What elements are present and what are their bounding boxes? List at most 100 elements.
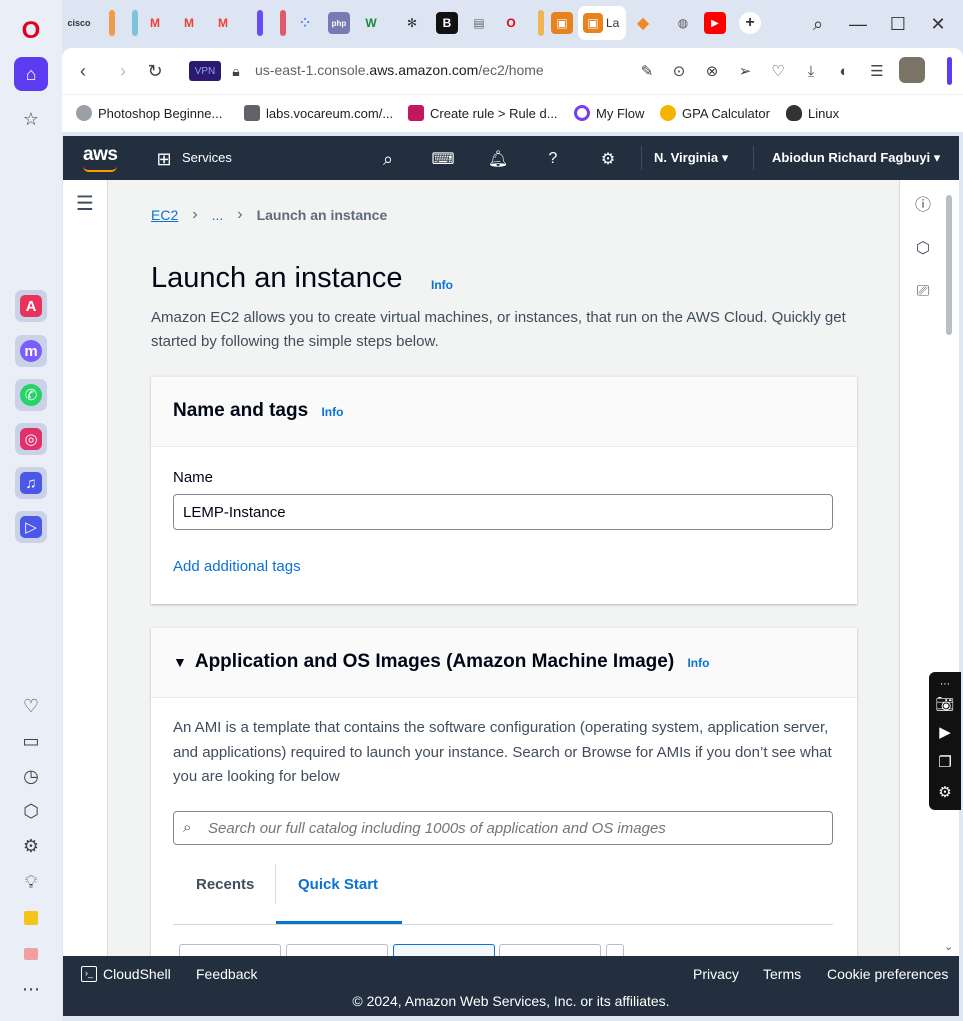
screen-icon[interactable]: ⎚ [911, 280, 935, 304]
star-icon[interactable]: ☆ [14, 102, 48, 136]
tab-quick-start[interactable]: Quick Start [298, 876, 378, 893]
home-icon[interactable]: ⌂ [14, 57, 48, 91]
php-tab-icon[interactable]: php [328, 12, 350, 34]
hamburger-menu-icon[interactable]: ☰ [73, 191, 97, 215]
tab-group-indicator[interactable] [109, 10, 115, 36]
reload-icon[interactable]: ↻ [142, 58, 168, 84]
tabs-icon[interactable]: ▭ [14, 724, 48, 758]
tab-recents[interactable]: Recents [196, 876, 254, 893]
add-additional-tags-link[interactable]: Add additional tags [173, 558, 301, 575]
lock-icon[interactable]: 🔒︎ [223, 58, 249, 84]
document-tab-icon[interactable]: ▤ [468, 12, 490, 34]
aria-app-icon[interactable]: A [15, 290, 47, 322]
easy-setup-icon[interactable]: ☰ [866, 60, 888, 82]
info-link[interactable]: Info [321, 405, 343, 419]
maximize-icon[interactable]: ☐ [883, 10, 913, 38]
dots-tab-icon[interactable]: ⁘ [294, 12, 316, 34]
edit-icon[interactable]: ✎ [636, 60, 658, 82]
camera-icon[interactable]: ⊙ [668, 60, 690, 82]
terms-link[interactable]: Terms [763, 966, 801, 982]
heart-icon[interactable]: ♡ [14, 689, 48, 723]
instagram-app-icon[interactable]: ◎ [15, 423, 47, 455]
cube-tab-icon[interactable]: ◆ [632, 12, 654, 34]
minimize-icon[interactable]: — [843, 10, 873, 38]
services-menu[interactable]: Services [182, 150, 232, 165]
panel-header[interactable]: ▼ Application and OS Images (Amazon Machi… [151, 628, 857, 698]
gmail-tab-icon[interactable]: M [178, 12, 200, 34]
breadcrumb-ellipsis[interactable]: ... [212, 207, 224, 223]
bookmark-item[interactable]: My Flow [574, 105, 644, 121]
gmail-tab-icon[interactable]: M [212, 12, 234, 34]
account-menu[interactable]: Abiodun Richard Fagbuyi ▾ [772, 150, 940, 166]
ami-os-card[interactable] [499, 944, 601, 956]
cloudshell-button[interactable]: ›_ CloudShell [81, 966, 171, 982]
ami-os-card[interactable] [286, 944, 388, 956]
scroll-down-arrow-icon[interactable]: ⌄ [944, 940, 953, 953]
search-icon[interactable]: ⌕ [377, 148, 399, 170]
bookmark-item[interactable]: Create rule > Rule d... [408, 105, 558, 121]
notes-icon[interactable] [14, 901, 48, 935]
feedback-link[interactable]: Feedback [196, 966, 257, 982]
region-selector[interactable]: N. Virginia ▾ [654, 150, 728, 166]
scrollbar-thumb[interactable] [946, 195, 952, 335]
caret-down-icon[interactable]: ▼ [173, 654, 187, 670]
services-grid-icon[interactable]: ⊞ [153, 148, 175, 170]
ami-os-card[interactable] [606, 944, 624, 956]
opera-tab-icon[interactable]: O [500, 12, 522, 34]
info-circle-icon[interactable]: ⓘ [911, 191, 935, 215]
settings-gear-icon[interactable]: ⚙ [935, 782, 955, 802]
messenger-app-icon[interactable]: m [15, 335, 47, 367]
whatsapp-app-icon[interactable]: ✆ [15, 379, 47, 411]
notifications-icon[interactable]: 🔔︎ [487, 148, 509, 170]
vpn-badge[interactable]: VPN [189, 61, 221, 81]
search-tabs-icon[interactable]: ⌕ [803, 10, 833, 38]
forward-icon[interactable]: › [110, 58, 136, 84]
favorite-icon[interactable]: ♡ [767, 60, 789, 82]
chatgpt-tab-icon[interactable]: ✻ [401, 12, 423, 34]
bookmark-item[interactable]: GPA Calculator [660, 105, 770, 121]
url-text[interactable]: us-east-1.console.aws.amazon.com/ec2/hom… [255, 62, 544, 78]
youtube-tab-icon[interactable]: ▶ [704, 12, 726, 34]
tab-group-indicator[interactable] [538, 10, 544, 36]
bookmark-item[interactable]: Linux [786, 105, 839, 121]
active-tab[interactable]: ▣ La [578, 6, 626, 40]
ami-search-input[interactable] [208, 812, 823, 844]
new-tab-icon[interactable]: + [739, 12, 761, 34]
cloudshell-icon[interactable]: ⌨ [431, 148, 454, 170]
settings-icon[interactable]: ⚙ [14, 829, 48, 863]
tab-group-indicator[interactable] [280, 10, 286, 36]
history-icon[interactable]: ◷ [14, 759, 48, 793]
w-tab-icon[interactable]: W [360, 12, 382, 34]
camera-icon[interactable]: 📷︎ [935, 694, 955, 714]
extensions-icon[interactable]: ⬡ [14, 794, 48, 828]
bookmark-item[interactable]: Photoshop Beginne... [76, 105, 222, 121]
more-options-icon[interactable]: ⋯ [935, 674, 955, 694]
battery-saver-icon[interactable]: ◐ [833, 60, 855, 82]
tips-icon[interactable]: 💡︎ [14, 865, 48, 899]
info-link[interactable]: Info [687, 656, 709, 670]
breadcrumb-ec2-link[interactable]: EC2 [151, 207, 178, 223]
music-app-icon[interactable]: ♫ [15, 467, 47, 499]
tab-group-indicator[interactable] [257, 10, 263, 36]
opera-logo-icon[interactable]: O [14, 14, 48, 48]
aws-logo[interactable]: aws [83, 144, 118, 166]
sidebar-toggle[interactable] [947, 57, 952, 85]
more-icon[interactable]: ⋯ [14, 972, 48, 1006]
cookie-preferences-link[interactable]: Cookie preferences [827, 966, 948, 982]
player-app-icon[interactable]: ▷ [15, 511, 47, 543]
ami-os-card[interactable] [179, 944, 281, 956]
hexagon-icon[interactable]: ⬡ [911, 236, 935, 260]
aws-tab-icon[interactable]: ▣ [551, 12, 573, 34]
gmail-tab-icon[interactable]: M [144, 12, 166, 34]
back-icon[interactable]: ‹ [70, 58, 96, 84]
send-icon[interactable]: ➢ [734, 60, 756, 82]
close-window-icon[interactable]: ✕ [923, 10, 953, 38]
ami-os-card[interactable] [393, 944, 495, 956]
cisco-tab-icon[interactable]: cisco [68, 12, 91, 34]
shield-icon[interactable]: ⊗ [701, 60, 723, 82]
globe-tab-icon[interactable]: ◍ [672, 12, 694, 34]
download-icon[interactable]: ⤓ [800, 60, 822, 82]
help-icon[interactable]: ? [542, 148, 564, 170]
tab-group-indicator[interactable] [132, 10, 138, 36]
name-input[interactable] [173, 494, 833, 530]
